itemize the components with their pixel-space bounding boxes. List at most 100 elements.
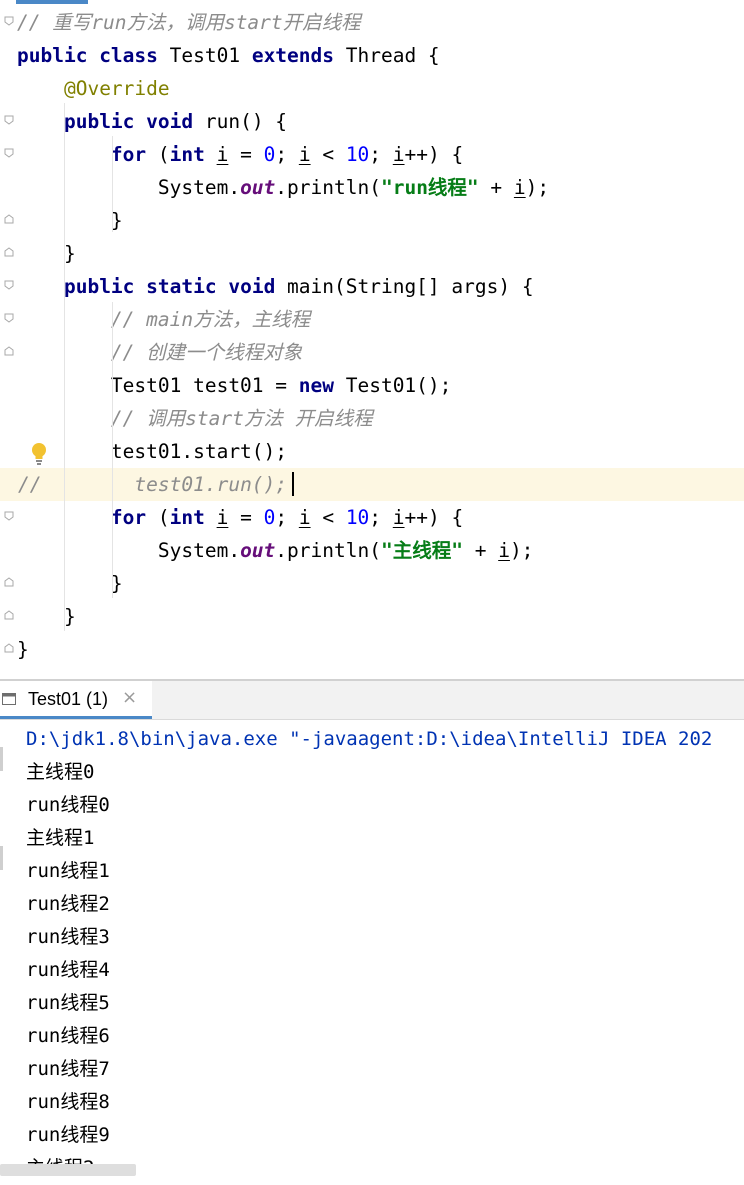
code-line[interactable]: } [0,600,744,633]
code-token: + [478,176,514,199]
code-token: for [110,143,158,166]
code-token: = [228,506,264,529]
code-token: Test01(); [345,374,452,397]
code-line[interactable]: } [0,633,744,666]
fold-marker-icon[interactable] [4,115,14,125]
code-token: "主线程" [380,539,463,562]
console-output-line: run线程1 [26,860,110,882]
code-line[interactable]: public static void main(String[] args) { [0,270,744,303]
code-text: } [17,237,76,270]
console-output-line: run线程8 [26,1091,110,1113]
code-token: ++) { [404,506,464,529]
code-token: ; [369,506,393,529]
fold-marker-icon[interactable] [4,313,14,323]
code-token: ); [509,539,534,562]
code-token: i [392,143,405,166]
code-token: public [17,44,100,67]
code-token: test01.run(); [134,473,288,496]
code-line[interactable]: } [0,237,744,270]
code-token: System. [17,176,241,199]
code-token: int [169,143,217,166]
strip-marker [0,747,3,771]
fold-end-marker-icon[interactable] [4,643,14,653]
code-text: @Override [17,72,170,105]
code-token: < [310,143,346,166]
console-output-line: 主线程0 [26,761,95,783]
code-token: 10 [345,506,370,529]
run-tab-test01[interactable]: Test01 (1) × [0,681,152,719]
code-text: for (int i = 0; i < 10; i++) { [17,138,463,171]
code-token: run() { [204,110,288,133]
fold-end-marker-icon[interactable] [4,247,14,257]
fold-marker-icon[interactable] [4,280,14,290]
code-line[interactable]: public void run() { [0,105,744,138]
code-token: public [63,275,147,298]
console-output-line: run线程5 [26,992,110,1014]
console-output-line: run线程0 [26,794,110,816]
code-text: System.out.println("主线程" + i); [17,534,534,567]
text-caret [292,472,294,496]
code-token: // main方法，主线程 [110,308,311,331]
console-icon [2,692,16,706]
code-text: // 重写run方法，调用start开启线程 [17,6,361,39]
code-text: // 创建一个线程对象 [17,336,302,369]
fold-marker-icon[interactable] [4,16,14,26]
code-token: ; [275,506,299,529]
code-token: .println( [275,539,381,562]
code-token: out [240,539,276,562]
fold-end-marker-icon[interactable] [4,577,14,587]
code-token: Thread { [345,44,440,67]
fold-marker-icon[interactable] [4,511,14,521]
code-token: } [17,638,29,661]
code-line[interactable]: public class Test01 extends Thread { [0,39,744,72]
code-token: i [216,506,229,529]
code-token: ; [275,143,299,166]
fold-marker-icon[interactable] [4,148,14,158]
code-token: i [216,143,229,166]
code-token: public [63,110,147,133]
console-output-line: 主线程1 [26,827,95,849]
code-line[interactable]: @Override [0,72,744,105]
code-editor[interactable]: // 重写run方法，调用start开启线程 public class Test0… [0,0,744,679]
fold-end-marker-icon[interactable] [4,610,14,620]
strip-marker [0,846,3,870]
code-text: test01.start(); [17,435,287,468]
console-output-line: run线程2 [26,893,110,915]
code-token: // [17,11,53,34]
code-token: + [462,539,499,562]
code-token: 重写run方法，调用start开启线程 [52,11,361,34]
lightbulb-icon[interactable] [30,442,48,466]
console-output-line: run线程7 [26,1058,110,1080]
code-token: ( [157,143,170,166]
code-text: } [17,633,29,666]
indent-guide [112,532,113,562]
code-token: } [17,209,123,232]
fold-end-marker-icon[interactable] [4,346,14,356]
code-text: // 调用start方法 开启线程 [17,402,373,435]
fold-end-marker-icon[interactable] [4,214,14,224]
code-text: public class Test01 extends Thread { [17,39,440,72]
code-token: i [298,506,311,529]
code-text: } [17,600,76,633]
code-token: ; [369,143,393,166]
close-icon[interactable]: × [122,687,137,708]
code-token: // 调用start方法 开启线程 [110,407,373,430]
code-token: .println( [275,176,381,199]
code-text: public void run() { [17,105,287,138]
horizontal-scrollbar[interactable] [0,1164,136,1176]
code-line[interactable]: // 重写run方法，调用start开启线程 [0,6,744,39]
code-text: System.out.println("run线程" + i); [17,171,549,204]
code-token: extends [251,44,346,67]
active-tab-indicator [0,716,152,719]
indent-guide [112,136,113,232]
console-command-line: D:\jdk1.8\bin\java.exe "-javaagent:D:\id… [26,728,713,750]
code-token: i [513,176,526,199]
code-token: 0 [263,506,276,529]
code-token: } [17,605,76,628]
code-token: ( [157,506,170,529]
code-token: Test01 [169,44,252,67]
console-output-line: run线程6 [26,1025,110,1047]
